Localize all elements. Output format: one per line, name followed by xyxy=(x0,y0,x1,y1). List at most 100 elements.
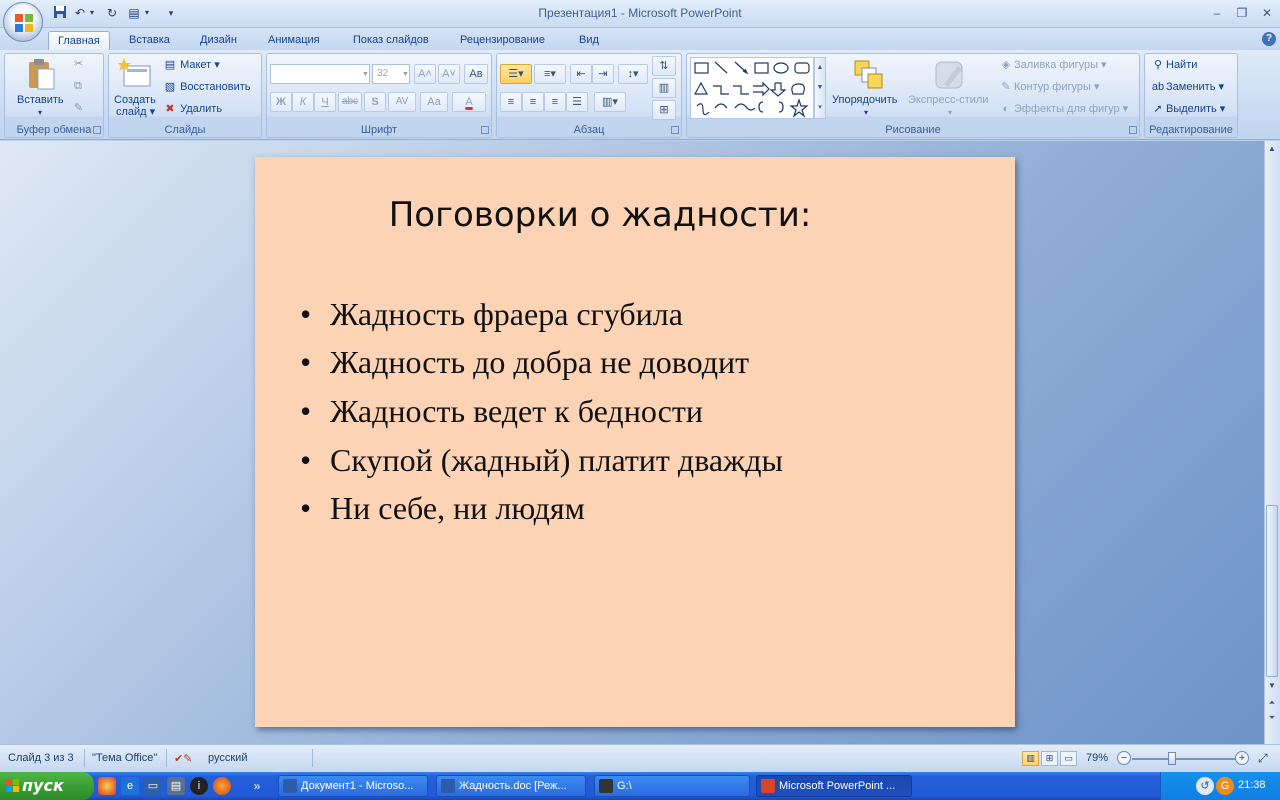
zoom-out-button[interactable]: − xyxy=(1117,751,1131,765)
zoom-in-button[interactable]: + xyxy=(1235,751,1249,765)
columns-button[interactable]: ▥▾ xyxy=(594,92,626,112)
quicklaunch-app-icon[interactable]: ▤ xyxy=(167,777,185,795)
font-name-combo[interactable] xyxy=(270,64,370,84)
delete-slide-button[interactable]: ✖ Удалить xyxy=(163,103,222,116)
slideshow-view-button[interactable]: ▭ xyxy=(1060,751,1077,766)
list-item[interactable]: • Скупой (жадный) платит дважды xyxy=(300,442,783,479)
increase-indent-button[interactable]: ⇥ xyxy=(592,64,614,84)
font-launcher-icon[interactable] xyxy=(481,126,489,134)
tab-slideshow[interactable]: Показ слайдов xyxy=(344,31,438,51)
grow-font-button[interactable]: A˄ xyxy=(414,64,436,84)
tray-app-icon[interactable]: G xyxy=(1216,777,1234,795)
firefox-icon[interactable] xyxy=(213,777,231,795)
arrange-button[interactable]: Упорядочить ▾ xyxy=(832,56,906,120)
zoom-slider-track[interactable] xyxy=(1132,758,1236,760)
quicklaunch-more-icon[interactable]: » xyxy=(250,777,264,795)
shape-effects-button[interactable]: ◐ Эффекты для фигур ▾ xyxy=(998,103,1129,116)
bold-button[interactable]: Ж xyxy=(270,92,292,112)
justify-button[interactable]: ☰ xyxy=(566,92,588,112)
shape-fill-button[interactable]: ◈ Заливка фигуры ▾ xyxy=(998,59,1107,72)
format-painter-icon[interactable]: ✎ xyxy=(74,102,83,115)
smartart-button[interactable]: ⊞ xyxy=(652,100,676,120)
font-name-dropdown-icon[interactable]: ▼ xyxy=(362,68,369,81)
tab-review[interactable]: Рецензирование xyxy=(451,31,554,51)
replace-button[interactable]: ab Заменить ▾ xyxy=(1150,81,1224,94)
copy-icon[interactable]: ⧉ xyxy=(74,80,82,93)
find-button[interactable]: ⚲ Найти xyxy=(1150,59,1197,72)
font-size-dropdown-icon[interactable]: ▼ xyxy=(402,68,409,81)
quicklaunch-app-icon[interactable] xyxy=(98,777,116,795)
tab-insert[interactable]: Вставка xyxy=(120,31,179,51)
slide-sorter-view-button[interactable]: ⊞ xyxy=(1041,751,1058,766)
close-button[interactable]: ✕ xyxy=(1256,4,1278,22)
zoom-level[interactable]: 79% xyxy=(1086,752,1108,764)
taskbar-item-word-doc1[interactable]: Документ1 - Microso... xyxy=(278,775,428,797)
scroll-up-icon[interactable]: ▲ xyxy=(1266,143,1278,155)
shapes-gallery-scroll[interactable]: ▲ ▼ ▾ xyxy=(814,57,826,119)
paragraph-launcher-icon[interactable] xyxy=(671,126,679,134)
shrink-font-button[interactable]: A˅ xyxy=(438,64,460,84)
cut-icon[interactable]: ✂ xyxy=(74,58,83,71)
change-case-button[interactable]: Aa xyxy=(420,92,448,112)
shapes-gallery[interactable] xyxy=(690,57,814,119)
info-icon[interactable]: i xyxy=(190,777,208,795)
new-slide-button[interactable]: Создать слайд ▾ xyxy=(112,56,160,120)
clock: 21:38 xyxy=(1238,779,1266,791)
normal-view-button[interactable]: ▥ xyxy=(1022,751,1039,766)
vertical-scroll-thumb[interactable] xyxy=(1266,505,1278,677)
scroll-down-icon[interactable]: ▼ xyxy=(1266,680,1278,692)
tab-view[interactable]: Вид xyxy=(570,31,608,51)
next-slide-icon[interactable]: ⏷ xyxy=(1266,712,1278,724)
align-center-button[interactable]: ≡ xyxy=(522,92,544,112)
shadow-button[interactable]: S xyxy=(364,92,386,112)
spellcheck-icon[interactable]: ✔✎ xyxy=(174,752,192,765)
italic-button[interactable]: К xyxy=(292,92,314,112)
clear-formatting-button[interactable]: Ав xyxy=(464,64,488,84)
office-button[interactable] xyxy=(3,2,43,42)
align-left-button[interactable]: ≡ xyxy=(500,92,522,112)
show-desktop-icon[interactable]: ▭ xyxy=(144,777,162,795)
previous-slide-icon[interactable]: ⏶ xyxy=(1266,697,1278,709)
char-spacing-button[interactable]: AV xyxy=(388,92,416,112)
minimize-button[interactable]: – xyxy=(1206,4,1228,22)
slide-title[interactable]: Поговорки о жадности: xyxy=(255,195,1015,235)
decrease-indent-button[interactable]: ⇤ xyxy=(570,64,592,84)
fit-to-window-icon[interactable]: ⤢ xyxy=(1258,751,1268,766)
internet-explorer-icon[interactable]: e xyxy=(121,777,139,795)
font-color-button[interactable]: A xyxy=(452,92,486,112)
tab-design[interactable]: Дизайн xyxy=(191,31,246,51)
bullets-button[interactable]: ☰▾ xyxy=(500,64,532,84)
list-item[interactable]: • Ни себе, ни людям xyxy=(300,490,585,527)
underline-button[interactable]: Ч xyxy=(314,92,336,112)
text-direction-button[interactable]: ⇅ xyxy=(652,56,676,76)
reset-icon: ▧ xyxy=(164,81,176,93)
clipboard-launcher-icon[interactable] xyxy=(93,126,101,134)
align-text-button[interactable]: ▥ xyxy=(652,78,676,98)
quick-styles-button[interactable]: Экспресс-стили ▾ xyxy=(908,56,994,120)
layout-button[interactable]: ▤ Макет ▾ xyxy=(163,59,220,72)
list-item[interactable]: • Жадность до добра не доводит xyxy=(300,344,749,381)
tray-app-icon[interactable]: ↺ xyxy=(1196,777,1214,795)
language-indicator[interactable]: русский xyxy=(208,752,247,764)
list-item[interactable]: • Жадность фраера сгубила xyxy=(300,296,683,333)
taskbar-item-powerpoint[interactable]: Microsoft PowerPoint ... xyxy=(756,775,912,797)
reset-button[interactable]: ▧ Восстановить xyxy=(163,81,251,94)
list-item[interactable]: • Жадность ведет к бедности xyxy=(300,393,703,430)
line-spacing-button[interactable]: ↕▾ xyxy=(618,64,648,84)
select-button[interactable]: ➚ Выделить ▾ xyxy=(1150,103,1225,116)
tab-home[interactable]: Главная xyxy=(48,31,110,51)
shape-outline-button[interactable]: ✎ Контур фигуры ▾ xyxy=(998,81,1099,94)
restore-button[interactable]: ❐ xyxy=(1231,4,1253,22)
taskbar-item-word-doc2[interactable]: Жадность.doc [Реж... xyxy=(436,775,586,797)
bullet-text: Жадность фраера сгубила xyxy=(330,296,683,332)
tab-animation[interactable]: Анимация xyxy=(259,31,329,51)
strikethrough-button[interactable]: abc xyxy=(338,92,362,112)
taskbar-item-label: Microsoft PowerPoint ... xyxy=(779,780,896,792)
paste-button[interactable]: Вставить ▾ xyxy=(12,56,68,120)
taskbar-item-explorer[interactable]: G:\ xyxy=(594,775,750,797)
align-right-button[interactable]: ≡ xyxy=(544,92,566,112)
numbering-button[interactable]: ≡▾ xyxy=(534,64,566,84)
help-icon[interactable]: ? xyxy=(1262,32,1276,46)
zoom-slider-thumb[interactable] xyxy=(1168,752,1176,765)
drawing-launcher-icon[interactable] xyxy=(1129,126,1137,134)
